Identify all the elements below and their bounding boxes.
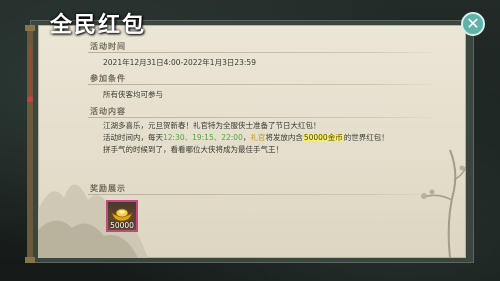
divider (88, 52, 442, 53)
section-label-content: 活动内容 (90, 106, 126, 116)
close-button[interactable]: ✕ (461, 12, 485, 36)
divider (88, 194, 442, 195)
content-line-1: 江湖多喜乐，元旦贺新春！礼官特为全服侠士准备了节日大红包！ (103, 121, 321, 130)
close-icon: ✕ (466, 14, 480, 33)
section-label-condition: 参加条件 (90, 73, 126, 83)
reward-item-slot[interactable]: 50000 (106, 200, 138, 232)
section-label-time: 活动时间 (90, 41, 126, 51)
gold-amount: 50000金币 (302, 133, 344, 142)
tree-painting-decoration (421, 149, 466, 258)
scroll-rod-decoration (25, 25, 35, 263)
content-line-2-mid: 将发放内含 (265, 133, 303, 142)
content-line-3: 拼手气的时候到了，看看哪位大侠将成为最佳手气王！ (103, 145, 283, 154)
content-line-2: 活动时间内，每天12:30、19:15、22:00，礼官将发放内含50000金币… (103, 132, 389, 143)
divider (88, 117, 442, 118)
reward-quantity: 50000 (110, 221, 134, 230)
drop-times: 12:30、19:15、22:00 (163, 133, 243, 142)
condition-value: 所有侠客均可参与 (103, 90, 163, 99)
content-line-2-suffix: 的世界红包！ (343, 133, 389, 142)
content-line-2-prefix: 活动时间内，每天 (103, 133, 163, 142)
section-label-reward: 奖励展示 (90, 183, 126, 193)
event-time-value: 2021年12月31日4:00-2022年1月3日23:59 (103, 58, 256, 67)
page-title: 全民红包 (50, 12, 147, 38)
giver-name: 礼官 (250, 133, 266, 142)
divider (88, 84, 442, 85)
